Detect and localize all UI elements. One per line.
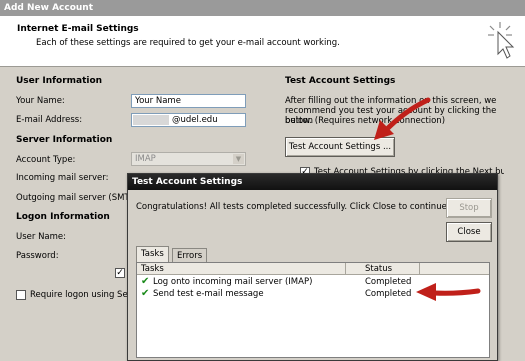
window-title: Add New Account: [0, 0, 525, 16]
spa-checkbox[interactable]: [16, 290, 26, 300]
email-redacted-block: [133, 115, 169, 125]
page-title: Internet E-mail Settings: [17, 24, 139, 34]
col-header-status: Status: [365, 264, 393, 274]
user-info-heading: User Information: [16, 76, 103, 86]
column-divider: [345, 263, 346, 275]
account-type-select: IMAP ▼: [131, 152, 246, 166]
close-button[interactable]: Close: [446, 222, 492, 242]
dialog-message: Congratulations! All tests completed suc…: [136, 202, 450, 212]
server-info-heading: Server Information: [16, 135, 113, 145]
stop-button[interactable]: Stop: [446, 198, 492, 218]
page-subtitle: Each of these settings are required to g…: [36, 38, 340, 48]
task-status: Completed: [365, 277, 412, 287]
column-divider: [419, 263, 420, 275]
logon-info-heading: Logon Information: [16, 212, 110, 222]
col-header-tasks: Tasks: [141, 264, 164, 274]
test-account-settings-dialog: Test Account Settings Congratulations! A…: [127, 173, 498, 361]
test-settings-heading: Test Account Settings: [285, 76, 396, 86]
task-status: Completed: [365, 289, 412, 299]
red-arrow-icon: [412, 280, 482, 304]
email-address-label: E-mail Address:: [16, 115, 83, 125]
cursor-click-icon: [486, 20, 518, 63]
task-name: Log onto incoming mail server (IMAP): [153, 277, 313, 287]
account-type-value: IMAP: [135, 154, 156, 164]
tab-tasks[interactable]: Tasks: [136, 246, 169, 262]
spa-label: Require logon using Secure: [30, 290, 127, 300]
tasks-list-header: Tasks Status: [137, 263, 489, 275]
chevron-down-icon: ▼: [233, 154, 244, 164]
dialog-title: Test Account Settings: [128, 174, 497, 190]
check-icon: ✔: [141, 276, 150, 287]
tab-errors[interactable]: Errors: [172, 248, 208, 262]
task-name: Send test e-mail message: [153, 289, 264, 299]
your-name-field[interactable]: Your Name: [131, 94, 246, 108]
outgoing-server-label: Outgoing mail server (SMTP):: [16, 193, 141, 203]
account-type-label: Account Type:: [16, 155, 76, 165]
password-label: Password:: [16, 251, 59, 261]
remember-password-checkbox[interactable]: ✓: [115, 268, 125, 278]
tasks-list: Tasks Status ✔ Log onto incoming mail se…: [136, 262, 490, 358]
red-arrow-icon: [366, 96, 436, 146]
check-icon: ✔: [141, 288, 150, 299]
header-panel: Internet E-mail Settings Each of these s…: [0, 16, 525, 67]
username-label: User Name:: [16, 232, 67, 242]
incoming-server-label: Incoming mail server:: [16, 173, 109, 183]
your-name-label: Your Name:: [16, 96, 65, 106]
